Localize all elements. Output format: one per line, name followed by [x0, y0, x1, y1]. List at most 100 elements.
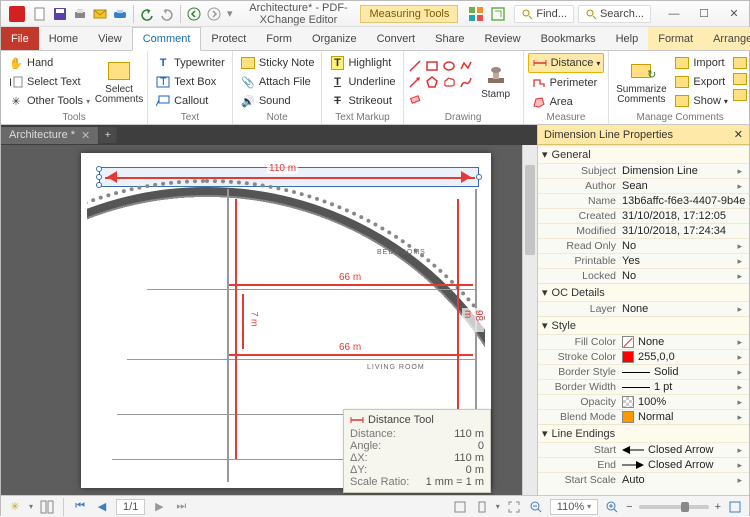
tab-form[interactable]: Form: [256, 27, 302, 50]
strikeout-tool[interactable]: TStrikeout: [326, 92, 398, 110]
prop-name[interactable]: Name13b6affc-f6e3-4407-9b4e1c8f1...: [538, 193, 749, 208]
tab-convert[interactable]: Convert: [367, 27, 426, 50]
document-tab[interactable]: Architecture *✕: [1, 127, 99, 144]
line-tool[interactable]: [408, 59, 422, 73]
import-comments[interactable]: Import: [671, 54, 731, 72]
attach-file-tool[interactable]: 📎Attach File: [237, 73, 318, 91]
add-tab[interactable]: +: [99, 127, 117, 143]
tab-protect[interactable]: Protect: [201, 27, 256, 50]
oval-tool[interactable]: [442, 59, 456, 73]
forward-icon[interactable]: [205, 5, 223, 23]
section-general[interactable]: ▾General: [538, 145, 749, 163]
tab-home[interactable]: Home: [39, 27, 88, 50]
tab-file[interactable]: File: [1, 27, 39, 50]
prop-strokecolor[interactable]: Stroke Color255,0,0▸: [538, 349, 749, 364]
layout-continuous-icon[interactable]: [452, 499, 468, 515]
typewriter-tool[interactable]: TTypewriter: [152, 54, 228, 72]
zoom-slider[interactable]: [639, 505, 709, 509]
prop-locked[interactable]: LockedNo▸: [538, 268, 749, 283]
comment-style-icon[interactable]: [733, 57, 747, 69]
back-icon[interactable]: [185, 5, 203, 23]
search-button[interactable]: Search...: [578, 5, 651, 23]
print-icon[interactable]: [71, 5, 89, 23]
fit-icon[interactable]: [506, 499, 522, 515]
select-text-tool[interactable]: ISelect Text: [5, 73, 93, 91]
maximize-button[interactable]: ☐: [689, 2, 719, 26]
sound-tool[interactable]: 🔊Sound: [237, 92, 318, 110]
tab-view[interactable]: View: [88, 27, 132, 50]
layout-single-icon[interactable]: [474, 499, 490, 515]
cloud-tool[interactable]: [442, 75, 456, 89]
page-input[interactable]: 1/1: [116, 499, 145, 515]
comment-style-icon[interactable]: [733, 73, 747, 85]
minimize-button[interactable]: —: [659, 2, 689, 26]
arrow-tool[interactable]: [408, 75, 422, 89]
prop-readonly[interactable]: Read OnlyNo▸: [538, 238, 749, 253]
rect-tool[interactable]: [425, 59, 439, 73]
save-icon[interactable]: [51, 5, 69, 23]
polygon-tool[interactable]: [425, 75, 439, 89]
tab-bookmarks[interactable]: Bookmarks: [531, 27, 606, 50]
prop-start[interactable]: StartClosed Arrow▸: [538, 442, 749, 457]
prop-borderwidth[interactable]: Border Width1 pt▸: [538, 379, 749, 394]
tab-help[interactable]: Help: [606, 27, 649, 50]
prop-startscale[interactable]: Start ScaleAuto▸: [538, 472, 749, 487]
undo-icon[interactable]: [138, 5, 156, 23]
prop-opacity[interactable]: Opacity100%▸: [538, 394, 749, 409]
distance-tool[interactable]: Distance▾: [528, 53, 605, 73]
underline-tool[interactable]: TUnderline: [326, 73, 398, 91]
vertical-scrollbar[interactable]: [522, 145, 537, 495]
prev-page-icon[interactable]: ◀: [94, 499, 110, 515]
options-icon[interactable]: ✳: [7, 499, 23, 515]
tab-review[interactable]: Review: [474, 27, 530, 50]
perimeter-tool[interactable]: Perimeter: [528, 74, 605, 92]
tab-arrange[interactable]: Arrange: [703, 27, 750, 50]
section-oc[interactable]: ▾OC Details: [538, 283, 749, 301]
prop-end[interactable]: EndClosed Arrow▸: [538, 457, 749, 472]
last-page-icon[interactable]: ⏭: [173, 499, 189, 515]
redo-icon[interactable]: [158, 5, 176, 23]
export-comments[interactable]: Export: [671, 73, 731, 91]
launch-icon[interactable]: [488, 4, 508, 24]
callout-tool[interactable]: Callout: [152, 92, 228, 110]
section-style[interactable]: ▾Style: [538, 316, 749, 334]
comment-style-icon[interactable]: [733, 89, 747, 101]
zoom-out-icon[interactable]: [528, 499, 544, 515]
close-panel-icon[interactable]: ✕: [734, 128, 743, 141]
prop-author[interactable]: AuthorSean▸: [538, 178, 749, 193]
eraser-tool[interactable]: [408, 91, 422, 105]
close-button[interactable]: ✕: [719, 2, 749, 26]
zoom-minus[interactable]: −: [626, 501, 632, 513]
prop-fillcolor[interactable]: Fill ColorNone▸: [538, 334, 749, 349]
tab-format[interactable]: Format: [648, 27, 703, 50]
scan-icon[interactable]: [111, 5, 129, 23]
prop-printable[interactable]: PrintableYes▸: [538, 253, 749, 268]
summarize-comments[interactable]: ↻ Summarize Comments: [613, 53, 669, 111]
prop-layer[interactable]: LayerNone▸: [538, 301, 749, 316]
layout-icon[interactable]: [39, 499, 55, 515]
select-comments[interactable]: Select Comments: [95, 53, 143, 111]
highlight-tool[interactable]: THighlight: [326, 54, 398, 72]
area-tool[interactable]: Area: [528, 93, 605, 111]
textbox-tool[interactable]: TText Box: [152, 73, 228, 91]
stamp-tool[interactable]: Stamp: [475, 53, 517, 111]
zoom-input[interactable]: 110%▾: [550, 499, 598, 515]
hand-tool[interactable]: ✋Hand: [5, 54, 93, 72]
sticky-note-tool[interactable]: Sticky Note: [237, 54, 318, 72]
section-lineendings[interactable]: ▾Line Endings: [538, 424, 749, 442]
prop-blendmode[interactable]: Blend ModeNormal▸: [538, 409, 749, 424]
find-button[interactable]: Find...: [514, 5, 574, 23]
close-tab-icon[interactable]: ✕: [81, 129, 90, 142]
tab-share[interactable]: Share: [425, 27, 474, 50]
next-page-icon[interactable]: ▶: [151, 499, 167, 515]
email-icon[interactable]: [91, 5, 109, 23]
fullscreen-icon[interactable]: [727, 499, 743, 515]
zoom-plus[interactable]: +: [715, 501, 721, 513]
prop-subject[interactable]: SubjectDimension Line▸: [538, 163, 749, 178]
ui-options-icon[interactable]: [466, 4, 486, 24]
polyline-tool[interactable]: [459, 59, 473, 73]
new-icon[interactable]: [31, 5, 49, 23]
pencil-tool[interactable]: [459, 75, 473, 89]
first-page-icon[interactable]: ⏮: [72, 499, 88, 515]
qat-dropdown-icon[interactable]: ▾: [227, 7, 233, 20]
